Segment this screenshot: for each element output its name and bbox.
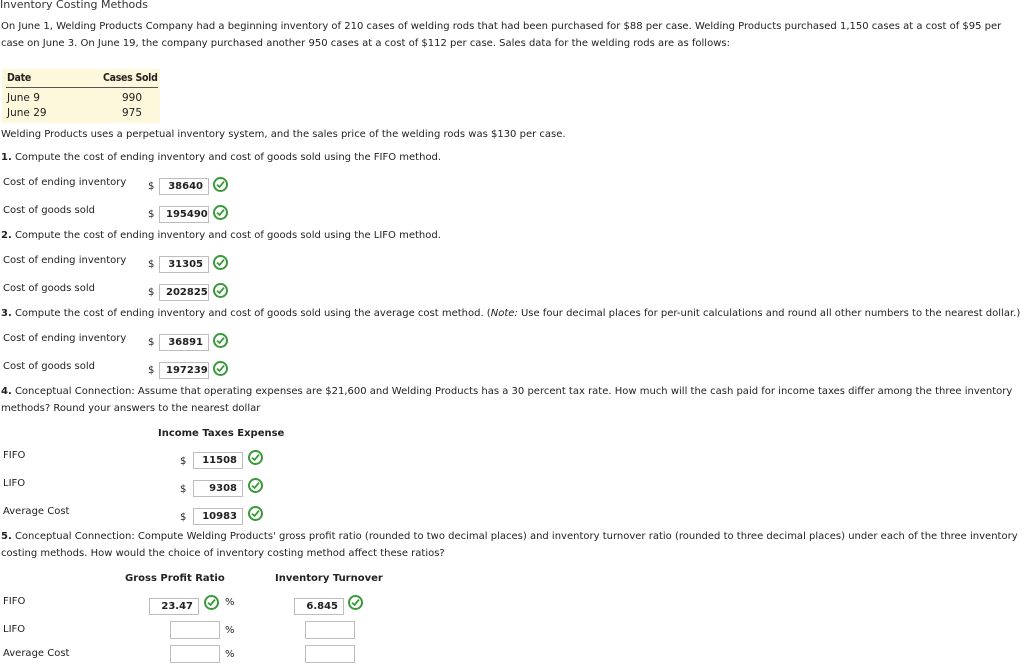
q5-lifo-gross-input[interactable] [170,621,220,639]
dollar-sign: $ [148,365,155,376]
q5-average-turnover-input[interactable] [305,645,355,663]
q3-ending-inventory-input[interactable]: 36891 [159,334,209,351]
question-text: Use four decimal places for per-unit cal… [517,308,1021,319]
question-number: 4. [1,386,12,397]
table-row-cases: 975 [122,107,143,119]
row-label-lifo: LIFO [3,478,26,489]
q5-fifo-gross-input[interactable]: 23.47 [149,598,199,615]
question-number: 5. [1,531,12,542]
check-circle-icon [204,595,219,610]
system-note: Welding Products uses a perpetual invent… [1,129,566,140]
question-4-continued: methods? Round your answers to the neare… [1,403,261,414]
q4-lifo-tax-input[interactable]: 9308 [193,480,243,497]
table-row-date: June 9 [7,92,40,104]
column-header-income-taxes: Income Taxes Expense [158,428,285,439]
question-5-continued: costing methods. How would the choice of… [1,548,445,559]
question-2: 2. Compute the cost of ending inventory … [1,230,441,241]
q4-fifo-tax-input[interactable]: 11508 [193,452,243,469]
question-number: 2. [1,230,12,241]
question-text: Compute the cost of ending inventory and… [14,152,442,163]
percent-sign: % [225,597,235,608]
sales-data-table: Date Cases Sold June 9 990 June 29 975 [2,69,160,123]
column-header-gross-profit: Gross Profit Ratio [125,573,225,584]
check-circle-icon [248,478,263,493]
check-circle-icon [348,595,363,610]
check-circle-icon [213,255,228,270]
dollar-sign: $ [148,209,155,220]
q3-cogs-input[interactable]: 197239 [159,362,209,379]
row-label-lifo: LIFO [3,624,26,635]
question-text: Compute the cost of ending inventory and… [14,230,441,241]
dollar-sign: $ [148,287,155,298]
check-circle-icon [213,205,228,220]
table-header-rule [6,87,158,88]
check-circle-icon [248,450,263,465]
question-number: 1. [1,152,12,163]
check-circle-icon [213,361,228,376]
field-label: Cost of goods sold [3,361,96,372]
question-1: 1. Compute the cost of ending inventory … [1,152,441,163]
question-text: Compute the cost of ending inventory and… [14,308,491,319]
question-text: Conceptual Connection: Assume that opera… [14,386,1013,397]
column-header-inventory-turnover: Inventory Turnover [275,573,383,584]
dollar-sign: $ [148,181,155,192]
field-label: Cost of ending inventory [3,177,127,188]
field-label: Cost of goods sold [3,205,96,216]
q4-average-tax-input[interactable]: 10983 [193,508,243,525]
q2-cogs-input[interactable]: 202825 [159,284,209,301]
q5-lifo-turnover-input[interactable] [305,621,355,639]
question-number: 3. [1,308,12,319]
check-circle-icon [213,333,228,348]
problem-intro: On June 1, Welding Products Company had … [1,21,1002,49]
page-title: Inventory Costing Methods [0,0,148,11]
row-label-average-cost: Average Cost [3,648,70,659]
row-label-fifo: FIFO [3,450,26,461]
q1-ending-inventory-input[interactable]: 38640 [159,178,209,195]
dollar-sign: $ [148,337,155,348]
question-5: 5. Conceptual Connection: Compute Weldin… [1,531,1018,542]
dollar-sign: $ [180,456,187,467]
question-text: Conceptual Connection: Compute Welding P… [14,531,1018,542]
table-header-date: Date [7,72,31,84]
dollar-sign: $ [180,484,187,495]
q2-ending-inventory-input[interactable]: 31305 [159,256,209,273]
table-header-cases-sold: Cases Sold [103,72,158,84]
q5-fifo-turnover-input[interactable]: 6.845 [294,598,344,615]
table-row-date: June 29 [7,107,47,119]
field-label: Cost of ending inventory [3,255,127,266]
check-circle-icon [213,177,228,192]
row-label-fifo: FIFO [3,596,26,607]
dollar-sign: $ [148,259,155,270]
q5-average-gross-input[interactable] [170,645,220,663]
field-label: Cost of goods sold [3,283,96,294]
question-4: 4. Conceptual Connection: Assume that op… [1,386,1012,397]
field-label: Cost of ending inventory [3,333,127,344]
question-3: 3. Compute the cost of ending inventory … [1,308,1020,319]
note-label: Note: [490,308,518,319]
percent-sign: % [225,649,235,660]
dollar-sign: $ [180,512,187,523]
percent-sign: % [225,625,235,636]
table-row-cases: 990 [122,92,143,104]
row-label-average-cost: Average Cost [3,506,70,517]
q1-cogs-input[interactable]: 195490 [159,206,209,223]
check-circle-icon [213,283,228,298]
check-circle-icon [248,506,263,521]
